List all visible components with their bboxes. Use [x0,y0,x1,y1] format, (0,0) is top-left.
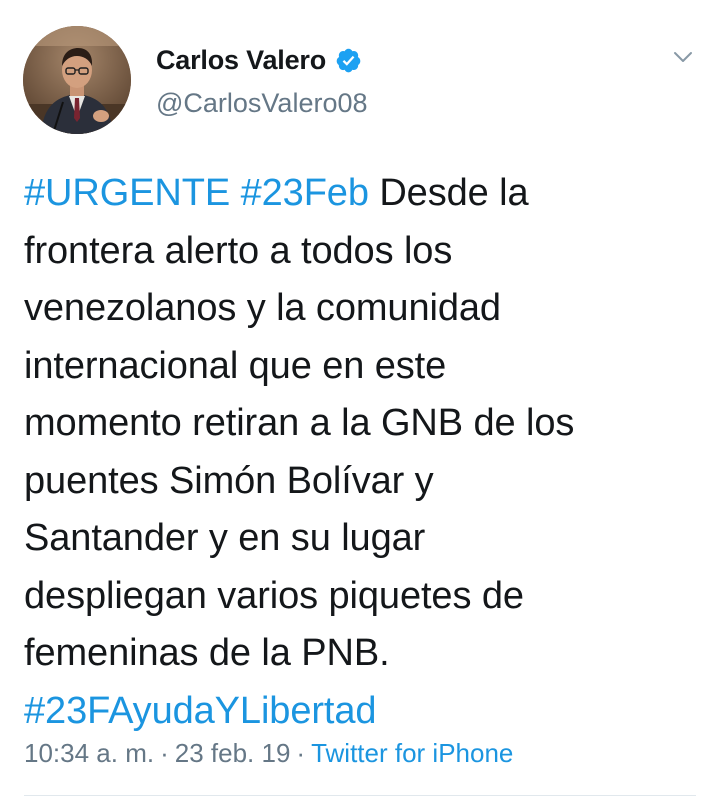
hashtag-link[interactable]: #23Feb [241,172,369,214]
tweet-source-link[interactable]: Twitter for iPhone [311,738,513,768]
tweet-meta: 10:34 a. m. · 23 feb. 19 · Twitter for iPhon… [24,738,513,769]
hashtag-link[interactable]: #23FAyudaYLibertad [24,690,377,732]
tweet-text-line: #23FAyudaYLibertad [24,683,704,741]
tweet-text-line: venezolanos y la comunidad [24,280,704,338]
tweet-text-line: Santander y en su lugar [24,510,704,568]
tweet-text-line: frontera alerto a todos los [24,223,704,281]
tweet-text-line: puentes Simón Bolívar y [24,453,704,511]
display-name-row: Carlos Valero [156,40,362,80]
tweet-text-line: internacional que en este [24,338,704,396]
tweet-text-line: despliegan varios piquetes de [24,568,704,626]
tweet-text-segment: despliegan varios piquetes de [24,574,524,617]
tweet-text-segment: internacional que en este [24,344,447,387]
divider [24,795,696,796]
user-handle[interactable]: @CarlosValero08 [156,88,368,119]
avatar[interactable] [23,26,131,134]
tweet-text-line: momento retiran a la GNB de los [24,395,704,453]
tweet-card: Carlos Valero @CarlosValero08 #URGENTE #… [0,0,720,800]
verified-badge-icon [335,47,362,74]
hashtag-link[interactable]: #URGENTE [24,172,230,214]
display-name[interactable]: Carlos Valero [156,45,326,76]
tweet-text-segment: femeninas de la PNB. [24,632,390,674]
tweet-text-segment [230,172,240,214]
tweet-text-line: femeninas de la PNB. [24,625,704,683]
tweet-text-segment: venezolanos y la comunidad [24,287,501,329]
tweet-text-line: #URGENTE #23Feb Desde la [24,165,704,223]
tweet-text-segment: frontera alerto a todos los [24,229,453,272]
meta-separator: · [160,738,169,768]
chevron-down-icon[interactable] [672,46,694,68]
tweet-text-segment: puentes Simón Bolívar y [24,459,434,502]
tweet-text: #URGENTE #23Feb Desde la frontera alerto … [24,165,704,740]
tweet-time[interactable]: 10:34 a. m. [24,738,154,768]
meta-separator: · [296,738,306,768]
tweet-text-segment: Santander y en su lugar [24,517,426,559]
profile-photo [23,26,131,134]
tweet-text-segment: momento retiran a la GNB de los [24,402,575,444]
tweet-date[interactable]: 23 feb. 19 [175,738,291,768]
tweet-text-segment: Desde la [368,172,529,214]
